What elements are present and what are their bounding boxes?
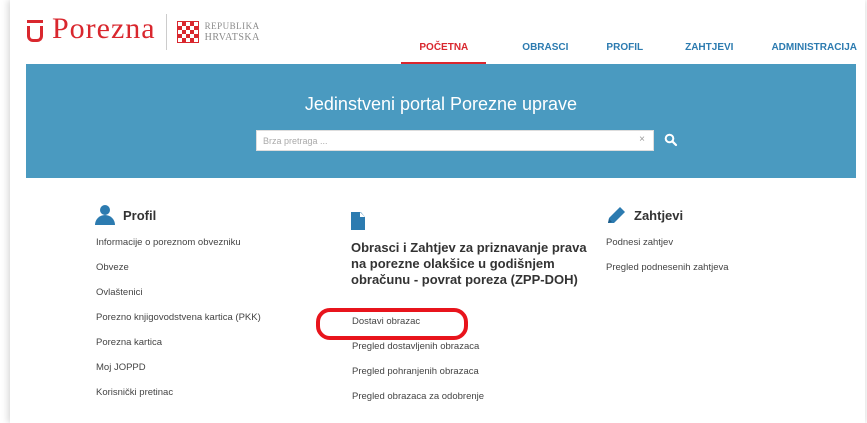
zahtjevi-title: Zahtjevi	[634, 207, 684, 223]
profil-link-porezna-kartica[interactable]: Porezna kartica	[96, 337, 162, 348]
obrasci-link-odobrenje[interactable]: Pregled obrazaca za odobrenje	[352, 391, 484, 402]
obrasci-title: Obrasci i Zahtjev za priznavanje prava n…	[351, 240, 587, 287]
nav-profil[interactable]: PROFIL	[596, 41, 653, 64]
obrasci-link-dostavljeni[interactable]: Pregled dostavljenih obrazaca	[352, 341, 479, 352]
republic-label: REPUBLIKA HRVATSKA	[205, 21, 260, 43]
logo-divider	[165, 14, 167, 50]
zahtjevi-column: Zahtjevi	[606, 205, 683, 225]
document-icon	[351, 212, 365, 230]
profil-link-joppd[interactable]: Moj JOPPD	[96, 362, 146, 373]
main-nav: POČETNA OBRASCI PROFIL ZAHTJEVI ADMINIST…	[401, 41, 865, 64]
browser-page: Porezna REPUBLIKA HRVATSKA POČETNA OBRAS…	[10, 0, 865, 423]
logo-text: Porezna	[52, 12, 156, 45]
zahtjevi-heading: Zahtjevi	[606, 205, 683, 225]
pencil-icon	[608, 207, 625, 223]
profil-column: Profil	[94, 205, 156, 225]
republic-line1: REPUBLIKA	[204, 21, 260, 31]
profil-heading: Profil	[94, 205, 156, 225]
nav-zahtjevi[interactable]: ZAHTJEVI	[675, 41, 743, 64]
obrasci-link-pohranjeni[interactable]: Pregled pohranjenih obrazaca	[352, 366, 479, 377]
nav-obrasci[interactable]: OBRASCI	[512, 41, 578, 64]
highlight-annotation	[316, 308, 468, 340]
search-icon[interactable]	[664, 133, 678, 147]
profil-link-informacije[interactable]: Informacije o poreznom obvezniku	[96, 237, 241, 248]
profil-title: Profil	[123, 207, 157, 223]
clear-search-icon[interactable]: ×	[639, 134, 645, 145]
profil-link-ovlastenici[interactable]: Ovlaštenici	[96, 287, 142, 298]
zahtjevi-link-podnesi[interactable]: Podnesi zahtjev	[606, 237, 673, 248]
person-icon	[94, 205, 116, 225]
zahtjevi-link-pregled[interactable]: Pregled podnesenih zahtjeva	[606, 262, 729, 273]
nav-pocetna[interactable]: POČETNA	[401, 41, 487, 64]
republic-line2: HRVATSKA	[204, 32, 260, 43]
nav-administracija[interactable]: ADMINISTRACIJA	[761, 41, 865, 64]
site-header: Porezna REPUBLIKA HRVATSKA POČETNA OBRAS…	[10, 0, 865, 64]
profil-link-pretinac[interactable]: Korisnički pretinac	[96, 387, 173, 398]
hero-banner: Jedinstveni portal Porezne uprave ×	[26, 64, 856, 178]
profil-link-pkk[interactable]: Porezno knjigovodstvena kartica (PKK)	[96, 312, 261, 323]
search-box: ×	[256, 130, 654, 151]
banner-title: Jedinstveni portal Porezne uprave	[304, 94, 578, 114]
profil-link-obveze[interactable]: Obveze	[96, 262, 129, 273]
croatian-checkerboard-icon	[176, 21, 199, 43]
search-input[interactable]	[257, 131, 639, 151]
porezna-logo[interactable]: Porezna REPUBLIKA HRVATSKA	[26, 14, 260, 50]
obrasci-column: Obrasci i Zahtjev za priznavanje prava n…	[351, 212, 587, 287]
porezna-mark-icon	[26, 20, 48, 44]
